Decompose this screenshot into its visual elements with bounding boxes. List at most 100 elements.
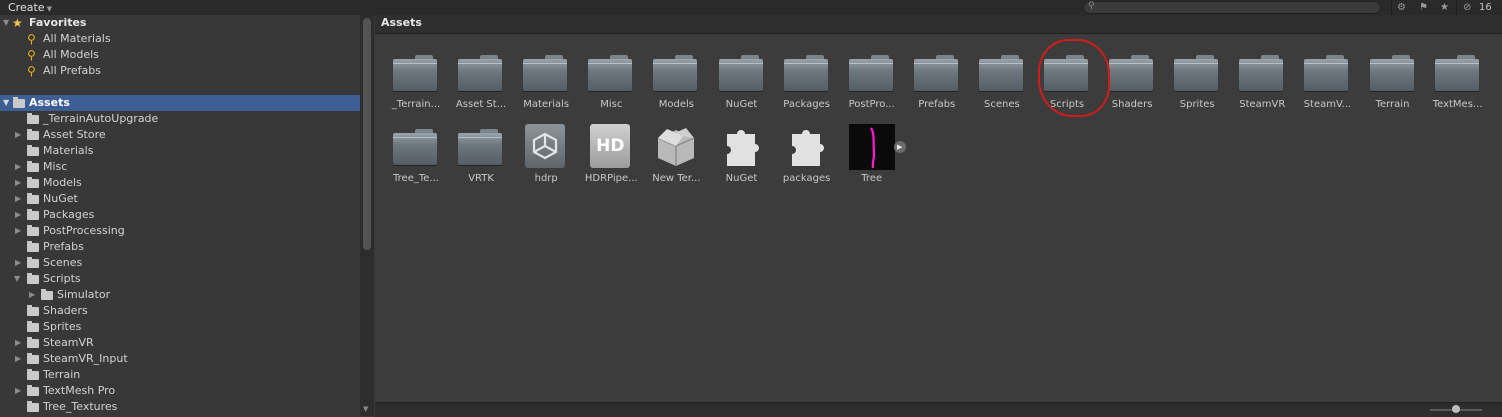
asset-thumbnail — [653, 124, 699, 170]
asset-thumbnail — [1369, 50, 1416, 96]
asset-item-misc[interactable]: Misc — [578, 50, 642, 110]
collapsed-arrow-icon[interactable]: ▶ — [29, 287, 35, 303]
collapsed-arrow-icon[interactable]: ▶ — [15, 255, 21, 271]
tree-item-terrain[interactable]: Terrain — [0, 367, 360, 383]
tree-scrollbar[interactable]: ▼ — [360, 15, 374, 416]
asset-thumbnail — [523, 50, 569, 96]
folder-icon — [393, 129, 437, 165]
folder-icon — [27, 241, 39, 252]
tree-item-scripts[interactable]: ▼ Scripts — [0, 271, 360, 287]
scrollbar-thumb[interactable] — [363, 18, 371, 250]
tree-item-shaders[interactable]: Shaders — [0, 303, 360, 319]
asset-item-postpro[interactable]: PostPro... — [839, 50, 903, 110]
expand-arrow-icon[interactable]: ▼ — [14, 271, 20, 287]
tree-item-scenes[interactable]: ▶ Scenes — [0, 255, 360, 271]
asset-item-scenes[interactable]: Scenes — [969, 50, 1033, 110]
asset-item-steamv[interactable]: SteamV... — [1294, 50, 1358, 110]
asset-name: NuGet — [725, 99, 758, 110]
tree-item-tree-textures[interactable]: Tree_Textures — [0, 399, 360, 415]
folder-icon — [27, 353, 39, 364]
favorite-item-label: All Materials — [43, 32, 111, 45]
breadcrumb-assets[interactable]: Assets — [381, 16, 422, 29]
asset-item-prefabs[interactable]: Prefabs — [904, 50, 968, 110]
tree-item-sprites[interactable]: Sprites — [0, 319, 360, 335]
asset-item-nuget[interactable]: NuGet — [709, 50, 773, 110]
collapsed-arrow-icon[interactable]: ▶ — [15, 335, 21, 351]
asset-item-terrain[interactable]: _Terrain... — [383, 50, 447, 110]
favorites-header[interactable]: ▼ ★ Favorites — [0, 15, 360, 31]
asset-item-hdrpipe[interactable]: HD HDRPipe... — [578, 124, 642, 184]
asset-item-vrtk[interactable]: VRTK — [448, 124, 512, 184]
slider-knob[interactable] — [1452, 405, 1460, 413]
asset-thumbnail — [523, 124, 569, 170]
favorite-star-icon[interactable]: ★ — [1440, 0, 1449, 15]
asset-item-textmes[interactable]: TextMes... — [1425, 50, 1489, 110]
tree-item-prefabs[interactable]: Prefabs — [0, 239, 360, 255]
hidden-packages-eye-icon[interactable]: ⊘ — [1463, 0, 1471, 15]
tree-item-materials[interactable]: Materials — [0, 143, 360, 159]
expand-arrow-icon[interactable]: ▼ — [3, 95, 9, 111]
collapsed-arrow-icon[interactable]: ▶ — [15, 383, 21, 399]
asset-thumbnail — [784, 124, 830, 170]
asset-thumbnail — [1239, 50, 1285, 96]
tree-item-label: NuGet — [43, 192, 78, 205]
folder-icon — [653, 55, 698, 91]
folder-icon — [27, 257, 39, 268]
asset-name: SteamVR — [1239, 99, 1286, 110]
play-expand-icon[interactable]: ▶ — [893, 141, 906, 153]
tree-item-asset-store[interactable]: ▶ Asset Store — [0, 127, 360, 143]
favorite-item-all-models[interactable]: ⚲ All Models — [0, 47, 360, 63]
asset-item-models[interactable]: Models — [643, 50, 707, 110]
tree-item-simulator[interactable]: ▶ Simulator — [0, 287, 360, 303]
asset-item-hdrp[interactable]: hdrp — [513, 124, 577, 184]
asset-item-sprites[interactable]: Sprites — [1164, 50, 1228, 110]
filter-by-label-icon[interactable]: ⚑ — [1419, 0, 1428, 15]
asset-item-tree[interactable]: ▶ Tree — [839, 124, 906, 184]
collapsed-arrow-icon[interactable]: ▶ — [15, 191, 21, 207]
icon-size-slider[interactable] — [1430, 405, 1482, 413]
asset-name: hdrp — [534, 173, 558, 184]
asset-item-asset-st[interactable]: Asset St... — [448, 50, 512, 110]
asset-item-materials[interactable]: Materials — [513, 50, 577, 110]
tree-item-assets[interactable]: ▼ Assets — [0, 95, 360, 111]
expand-arrow-icon[interactable]: ▼ — [3, 15, 9, 31]
saved-search-icon: ⚲ — [27, 48, 36, 62]
tree-item-label: Terrain — [43, 368, 81, 381]
asset-name: Prefabs — [918, 99, 956, 110]
folder-icon — [523, 55, 568, 91]
tree-item-steamvr[interactable]: ▶ SteamVR — [0, 335, 360, 351]
hidden-packages-count: 16 — [1479, 2, 1492, 13]
tree-item-terrain-auto-upgrade[interactable]: _TerrainAutoUpgrade — [0, 111, 360, 127]
tree-item-label: Prefabs — [43, 240, 84, 253]
asset-name: Shaders — [1111, 99, 1153, 110]
create-dropdown-button[interactable]: Create ▼ — [2, 0, 58, 15]
tree-item-models[interactable]: ▶ Models — [0, 175, 360, 191]
collapsed-arrow-icon[interactable]: ▶ — [15, 223, 21, 239]
collapsed-arrow-icon[interactable]: ▶ — [15, 159, 21, 175]
asset-item-steamvr[interactable]: SteamVR — [1229, 50, 1293, 110]
asset-item-packages[interactable]: packages — [774, 124, 838, 184]
tree-item-nuget[interactable]: ▶ NuGet — [0, 191, 360, 207]
favorite-item-all-materials[interactable]: ⚲ All Materials — [0, 31, 360, 47]
favorite-item-all-prefabs[interactable]: ⚲ All Prefabs — [0, 63, 360, 79]
tree-item-postprocessing[interactable]: ▶ PostProcessing — [0, 223, 360, 239]
tree-item-label: Tree_Textures — [43, 400, 118, 413]
asset-item-packages[interactable]: Packages — [774, 50, 838, 110]
asset-item-terrain[interactable]: Terrain — [1360, 50, 1424, 110]
collapsed-arrow-icon[interactable]: ▶ — [15, 207, 21, 223]
collapsed-arrow-icon[interactable]: ▶ — [15, 175, 21, 191]
tree-item-packages[interactable]: ▶ Packages — [0, 207, 360, 223]
asset-item-tree-te[interactable]: Tree_Te... — [383, 124, 447, 184]
tree-item-textmesh-pro[interactable]: ▶ TextMesh Pro — [0, 383, 360, 399]
tree-item-misc[interactable]: ▶ Misc — [0, 159, 360, 175]
collapsed-arrow-icon[interactable]: ▶ — [15, 351, 21, 367]
asset-item-nuget[interactable]: NuGet — [709, 124, 773, 184]
collapsed-arrow-icon[interactable]: ▶ — [15, 127, 21, 143]
saved-search-icon: ⚲ — [27, 32, 36, 46]
search-input[interactable]: ⚲ — [1083, 1, 1381, 14]
tree-item-label: Scenes — [43, 256, 83, 269]
tree-item-steamvr-input[interactable]: ▶ SteamVR_Input — [0, 351, 360, 367]
asset-item-new-ter[interactable]: New Ter... — [643, 124, 707, 184]
filter-by-type-icon[interactable]: ⚙ — [1397, 0, 1406, 15]
scroll-down-arrow-icon[interactable]: ▼ — [363, 405, 368, 413]
